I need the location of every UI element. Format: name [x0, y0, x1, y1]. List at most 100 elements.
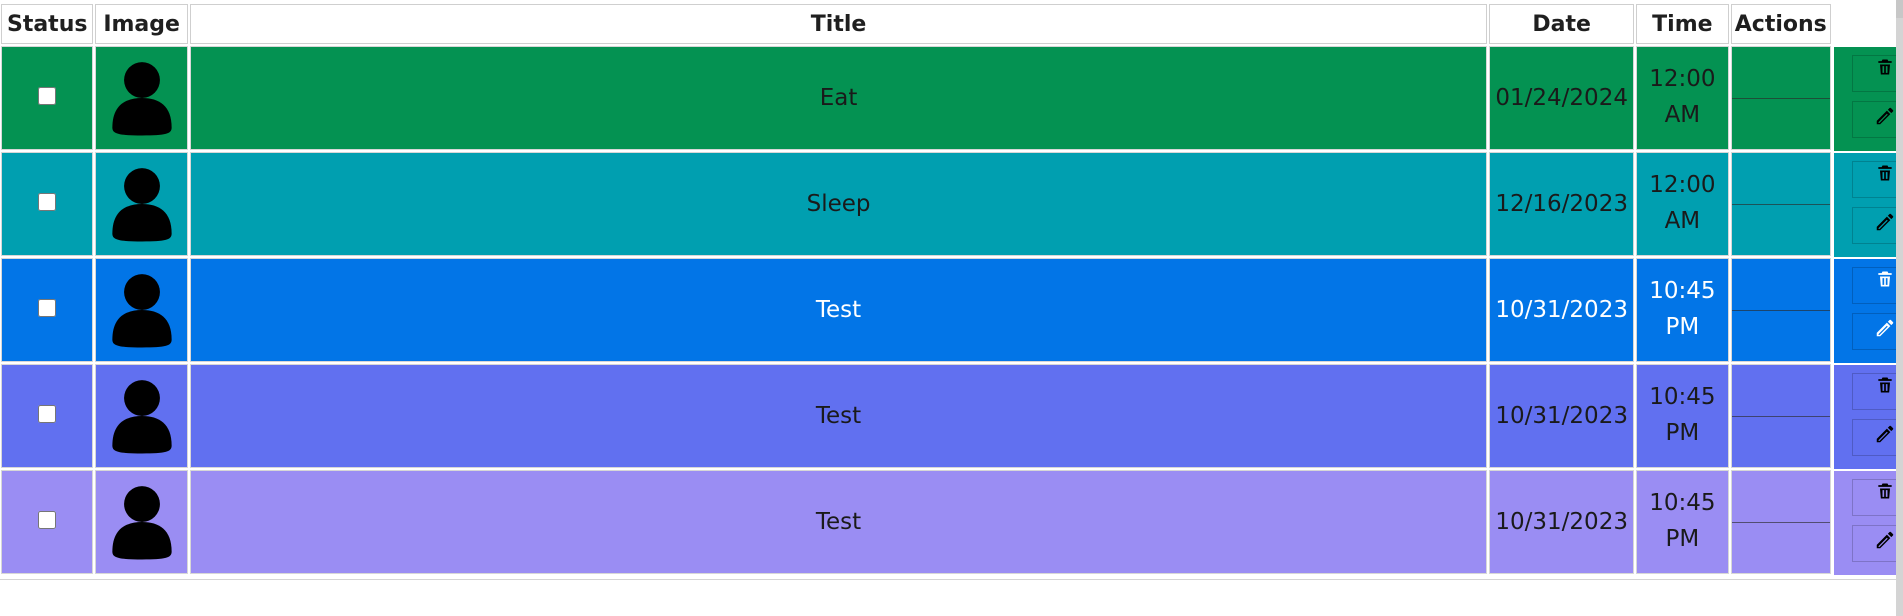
scrollbar-thumb[interactable] — [1896, 0, 1903, 18]
date-header: Date — [1489, 4, 1635, 44]
avatar — [103, 157, 181, 252]
trash-icon — [1878, 59, 1892, 75]
delete-button[interactable] — [1873, 479, 1897, 503]
avatar-icon — [111, 274, 172, 348]
status-checkbox[interactable] — [38, 405, 57, 423]
date-cell: 12/16/2023 — [1489, 152, 1635, 256]
edit-button[interactable] — [1873, 210, 1897, 234]
row-actions — [1834, 365, 1903, 469]
table-header-row: Status Image Title Date Time Actions — [1, 4, 1831, 44]
table-row: Test 10/31/2023 10:45 PM — [1, 470, 1831, 574]
task-table-view: Status Image Title Date Time Actions Eat… — [0, 0, 1903, 616]
actions-cell — [1730, 46, 1831, 150]
table-row: Sleep 12/16/2023 12:00 AM — [1, 152, 1831, 256]
row-action-column — [1834, 47, 1903, 576]
table-row: Eat 01/24/2024 12:00 AM — [1, 46, 1831, 150]
status-cell — [1, 364, 94, 468]
table-row: Test 10/31/2023 10:45 PM — [1, 364, 1831, 468]
time-value: 12:00 — [1649, 172, 1716, 199]
date-cell: 10/31/2023 — [1489, 258, 1635, 362]
trash-icon — [1878, 271, 1892, 287]
status-header: Status — [1, 4, 94, 44]
time-meridiem: PM — [1665, 526, 1700, 552]
delete-button[interactable] — [1873, 55, 1897, 79]
time-cell: 12:00 AM — [1636, 46, 1729, 150]
pencil-icon — [1876, 107, 1894, 125]
date-cell: 10/31/2023 — [1489, 470, 1635, 574]
row-actions — [1834, 471, 1903, 575]
title-cell: Test — [189, 470, 1488, 574]
actions-divider — [1731, 153, 1831, 255]
time-cell: 12:00 AM — [1636, 152, 1729, 256]
avatar — [103, 475, 181, 570]
time-header: Time — [1636, 4, 1729, 44]
delete-button[interactable] — [1873, 267, 1897, 291]
table-wrapper: Status Image Title Date Time Actions Eat… — [0, 0, 1903, 580]
time-meridiem: PM — [1665, 314, 1700, 340]
avatar-icon — [111, 62, 172, 136]
edit-button[interactable] — [1873, 528, 1897, 552]
pencil-icon — [1876, 531, 1894, 549]
avatar-icon — [111, 486, 172, 560]
date-cell: 10/31/2023 — [1489, 364, 1635, 468]
status-checkbox[interactable] — [38, 299, 57, 317]
image-cell — [95, 258, 188, 362]
time-value: 10:45 — [1649, 384, 1716, 411]
table-row: Test 10/31/2023 10:45 PM — [1, 258, 1831, 362]
actions-cell — [1730, 364, 1831, 468]
delete-button[interactable] — [1873, 161, 1897, 185]
vertical-scrollbar[interactable] — [1896, 0, 1903, 616]
row-actions — [1834, 47, 1903, 151]
task-table: Status Image Title Date Time Actions Eat… — [0, 2, 1833, 576]
image-cell — [95, 470, 188, 574]
avatar — [103, 369, 181, 464]
actions-divider — [1731, 471, 1831, 573]
time-value: 10:45 — [1649, 490, 1716, 517]
time-value: 10:45 — [1649, 278, 1716, 305]
status-checkbox[interactable] — [38, 511, 57, 529]
date-cell: 01/24/2024 — [1489, 46, 1635, 150]
status-cell — [1, 470, 94, 574]
actions-cell — [1730, 152, 1831, 256]
delete-button[interactable] — [1873, 373, 1897, 397]
actions-divider — [1731, 47, 1831, 149]
status-checkbox[interactable] — [38, 87, 57, 105]
pencil-icon — [1876, 213, 1894, 231]
time-meridiem: AM — [1664, 208, 1701, 234]
trash-icon — [1878, 377, 1892, 393]
avatar — [103, 51, 181, 146]
status-cell — [1, 46, 94, 150]
status-checkbox[interactable] — [38, 193, 57, 211]
title-cell: Eat — [189, 46, 1488, 150]
actions-header: Actions — [1730, 4, 1831, 44]
actions-divider — [1731, 259, 1831, 361]
edit-button[interactable] — [1873, 104, 1897, 128]
time-cell: 10:45 PM — [1636, 364, 1729, 468]
time-value: 12:00 — [1649, 66, 1716, 93]
status-cell — [1, 152, 94, 256]
status-cell — [1, 258, 94, 362]
avatar-icon — [111, 168, 172, 242]
avatar-icon — [111, 380, 172, 454]
row-actions — [1834, 259, 1903, 363]
table-bottom-border — [0, 579, 1903, 580]
time-meridiem: AM — [1664, 102, 1701, 128]
image-cell — [95, 152, 188, 256]
title-cell: Sleep — [189, 152, 1488, 256]
title-cell: Test — [189, 364, 1488, 468]
edit-button[interactable] — [1873, 316, 1897, 340]
pencil-icon — [1876, 319, 1894, 337]
avatar — [103, 263, 181, 358]
actions-divider — [1731, 365, 1831, 467]
title-cell: Test — [189, 258, 1488, 362]
time-cell: 10:45 PM — [1636, 470, 1729, 574]
trash-icon — [1878, 165, 1892, 181]
time-cell: 10:45 PM — [1636, 258, 1729, 362]
image-cell — [95, 46, 188, 150]
edit-button[interactable] — [1873, 422, 1897, 446]
title-header: Title — [189, 4, 1488, 44]
image-cell — [95, 364, 188, 468]
actions-cell — [1730, 470, 1831, 574]
time-meridiem: PM — [1665, 420, 1700, 446]
actions-cell — [1730, 258, 1831, 362]
